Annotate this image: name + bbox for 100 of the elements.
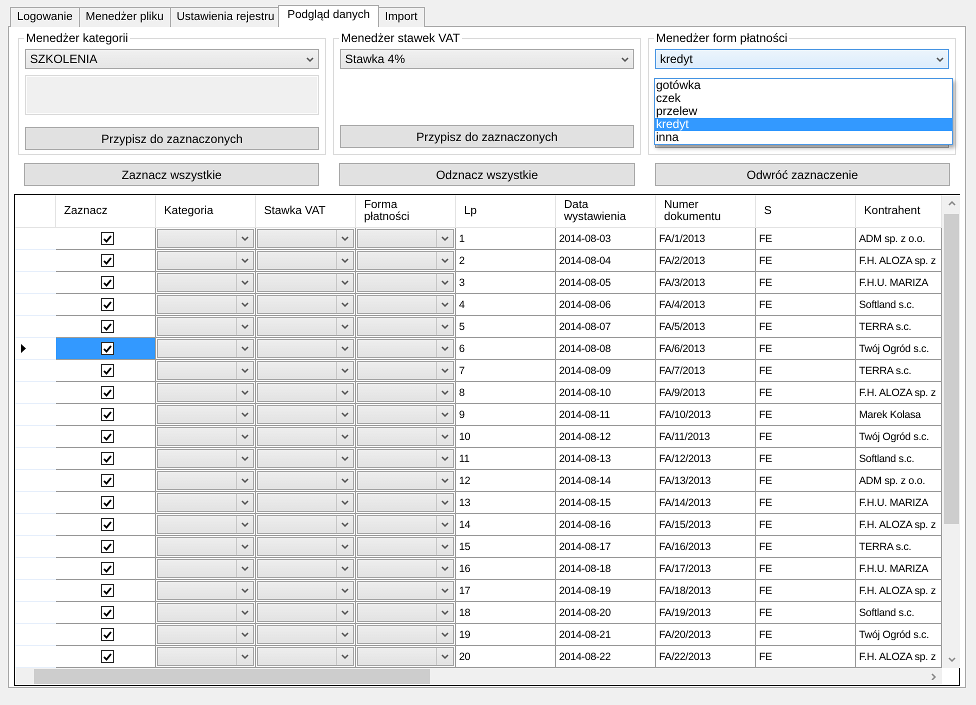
column-header[interactable]: Kategoria: [156, 195, 256, 228]
combo-cell[interactable]: [157, 273, 254, 292]
combo-cell[interactable]: [357, 647, 454, 666]
combo-cell[interactable]: [357, 339, 454, 358]
combo-cell[interactable]: [257, 647, 354, 666]
checkbox[interactable]: [100, 496, 114, 509]
checkbox[interactable]: [100, 628, 114, 641]
combo-cell[interactable]: [157, 405, 254, 424]
combo-cell[interactable]: [157, 427, 254, 446]
checkbox[interactable]: [100, 254, 114, 267]
combo-cell[interactable]: [257, 515, 354, 534]
combo-cell[interactable]: [157, 251, 254, 270]
combo-cell[interactable]: [357, 317, 454, 336]
combo-cell[interactable]: [157, 229, 254, 248]
combo-cell[interactable]: [257, 625, 354, 644]
scroll-thumb[interactable]: [34, 669, 430, 684]
combo-cell[interactable]: [257, 603, 354, 622]
combo-cell[interactable]: [357, 537, 454, 556]
combo-cell[interactable]: [157, 559, 254, 578]
column-header[interactable]: Numer dokumentu: [656, 195, 756, 228]
combo-box[interactable]: kredyt: [655, 49, 949, 69]
checkbox[interactable]: [100, 540, 114, 553]
combo-cell[interactable]: [257, 537, 354, 556]
checkbox[interactable]: [100, 276, 114, 289]
checkbox[interactable]: [100, 606, 114, 619]
combo-cell[interactable]: [157, 361, 254, 380]
combo-cell[interactable]: [257, 471, 354, 490]
checkbox[interactable]: [100, 584, 114, 597]
checkbox[interactable]: [100, 342, 114, 355]
combo-cell[interactable]: [357, 427, 454, 446]
column-header[interactable]: Stawka VAT: [256, 195, 356, 228]
checkbox[interactable]: [100, 232, 114, 245]
combo-cell[interactable]: [157, 471, 254, 490]
column-header[interactable]: Kontrahent: [856, 195, 942, 228]
horizontal-scrollbar[interactable]: [15, 668, 942, 685]
combo-cell[interactable]: [257, 317, 354, 336]
vertical-scrollbar[interactable]: [942, 195, 960, 668]
combo-cell[interactable]: [157, 493, 254, 512]
assign-button[interactable]: Przypisz do zaznaczonych: [25, 127, 319, 150]
column-header[interactable]: Forma płatności: [356, 195, 456, 228]
combo-cell[interactable]: [357, 229, 454, 248]
checkbox[interactable]: [100, 298, 114, 311]
dropdown-option[interactable]: gotówka: [655, 79, 952, 92]
combo-cell[interactable]: [357, 471, 454, 490]
combo-cell[interactable]: [357, 559, 454, 578]
combo-cell[interactable]: [157, 581, 254, 600]
checkbox[interactable]: [100, 430, 114, 443]
dropdown-option[interactable]: przelew: [655, 105, 952, 118]
action-button[interactable]: Zaznacz wszystkie: [24, 163, 320, 186]
checkbox[interactable]: [100, 386, 114, 399]
combo-cell[interactable]: [157, 625, 254, 644]
combo-cell[interactable]: [157, 449, 254, 468]
combo-cell[interactable]: [257, 273, 354, 292]
combo-cell[interactable]: [357, 383, 454, 402]
checkbox[interactable]: [100, 364, 114, 377]
combo-cell[interactable]: [257, 229, 354, 248]
column-header[interactable]: Data wystawienia: [556, 195, 656, 228]
tab[interactable]: Logowanie: [10, 7, 80, 27]
scroll-thumb[interactable]: [944, 214, 959, 524]
combo-cell[interactable]: [257, 295, 354, 314]
tab[interactable]: Podgląd danych: [278, 5, 379, 27]
combo-cell[interactable]: [157, 515, 254, 534]
dropdown-option[interactable]: czek: [655, 92, 952, 105]
combo-cell[interactable]: [357, 493, 454, 512]
combo-cell[interactable]: [257, 581, 354, 600]
combo-cell[interactable]: [357, 625, 454, 644]
combo-cell[interactable]: [157, 317, 254, 336]
text-field[interactable]: [25, 75, 319, 115]
checkbox[interactable]: [100, 650, 114, 663]
action-button[interactable]: Odwróć zaznaczenie: [654, 163, 950, 186]
combo-cell[interactable]: [157, 537, 254, 556]
combo-box[interactable]: SZKOLENIA: [25, 49, 319, 69]
combo-cell[interactable]: [257, 251, 354, 270]
column-header[interactable]: Zaznacz: [56, 195, 156, 228]
combo-cell[interactable]: [357, 603, 454, 622]
combo-cell[interactable]: [157, 647, 254, 666]
tab[interactable]: Import: [378, 7, 424, 27]
column-header[interactable]: S: [756, 195, 856, 228]
checkbox[interactable]: [100, 320, 114, 333]
combo-cell[interactable]: [257, 361, 354, 380]
checkbox[interactable]: [100, 452, 114, 465]
combo-cell[interactable]: [257, 493, 354, 512]
combo-cell[interactable]: [257, 383, 354, 402]
combo-cell[interactable]: [257, 449, 354, 468]
checkbox[interactable]: [100, 408, 114, 421]
combo-cell[interactable]: [357, 581, 454, 600]
combo-cell[interactable]: [357, 295, 454, 314]
combo-cell[interactable]: [157, 339, 254, 358]
assign-button[interactable]: Przypisz do zaznaczonych: [340, 125, 634, 148]
combo-cell[interactable]: [257, 559, 354, 578]
combo-cell[interactable]: [357, 251, 454, 270]
column-header[interactable]: Lp: [456, 195, 556, 228]
checkbox[interactable]: [100, 474, 114, 487]
combo-cell[interactable]: [257, 405, 354, 424]
checkbox[interactable]: [100, 562, 114, 575]
combo-cell[interactable]: [357, 273, 454, 292]
combo-cell[interactable]: [357, 449, 454, 468]
combo-cell[interactable]: [157, 383, 254, 402]
action-button[interactable]: Odznacz wszystkie: [339, 163, 635, 186]
combo-cell[interactable]: [257, 339, 354, 358]
